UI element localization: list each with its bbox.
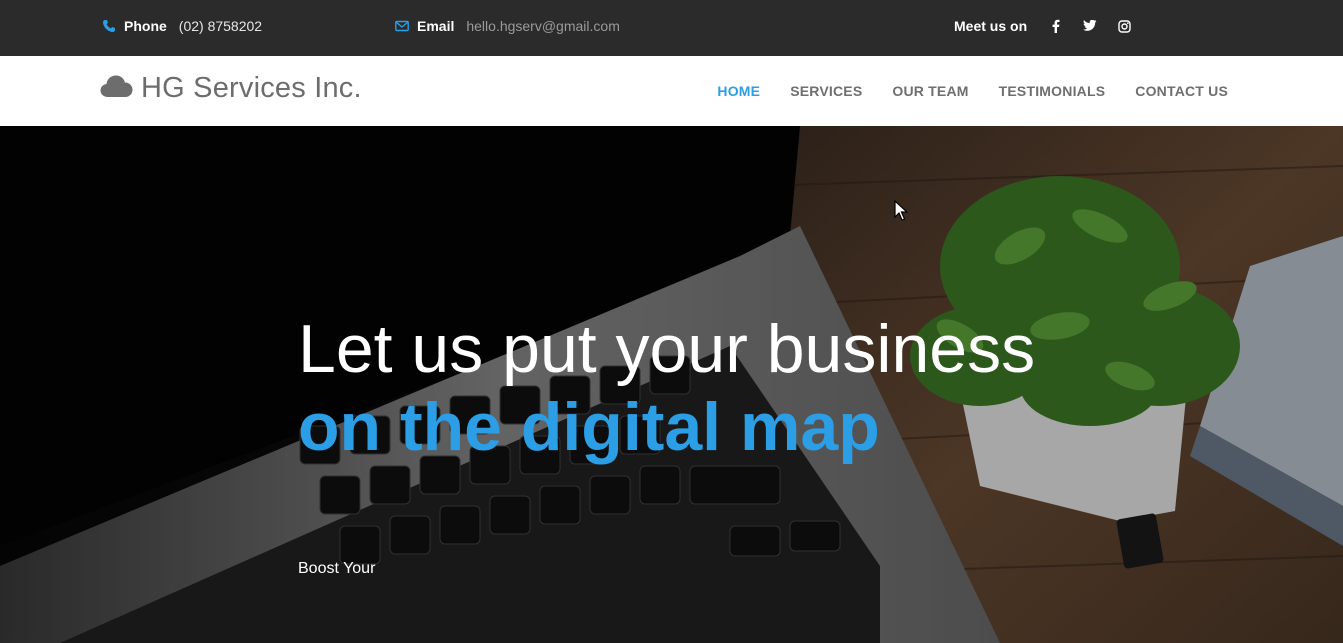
- phone-contact: Phone (02) 8758202: [102, 18, 262, 34]
- twitter-icon[interactable]: [1083, 19, 1097, 33]
- phone-label: Phone: [124, 18, 167, 34]
- hero-headline: Let us put your business on the digital …: [298, 310, 1058, 466]
- nav-testimonials[interactable]: TESTIMONIALS: [999, 83, 1106, 99]
- nav-home[interactable]: HOME: [717, 83, 760, 99]
- main-navbar: HG Services Inc. HOME SERVICES OUR TEAM …: [0, 56, 1343, 126]
- mouse-cursor-icon: [894, 200, 908, 221]
- email-contact: Email hello.hgserv@gmail.com: [395, 18, 620, 34]
- hero-subline: Boost Your: [298, 560, 376, 577]
- hero-banner: Let us put your business on the digital …: [0, 126, 1343, 643]
- phone-value: (02) 8758202: [178, 18, 263, 34]
- brand-name: HG Services Inc.: [141, 72, 362, 104]
- cloud-icon: [100, 74, 133, 103]
- email-value[interactable]: hello.hgserv@gmail.com: [466, 18, 620, 34]
- phone-icon: [102, 19, 116, 33]
- envelope-icon: [395, 19, 409, 33]
- headline-plain: Let us put your business: [298, 311, 1036, 387]
- nav-services[interactable]: SERVICES: [790, 83, 862, 99]
- top-contact-bar: Phone (02) 8758202 Email hello.hgserv@gm…: [0, 0, 1343, 56]
- facebook-icon[interactable]: [1049, 19, 1063, 33]
- site-logo[interactable]: HG Services Inc.: [100, 72, 362, 105]
- nav-contact-us[interactable]: CONTACT US: [1135, 83, 1228, 99]
- instagram-icon[interactable]: [1117, 19, 1131, 33]
- email-label: Email: [417, 18, 455, 34]
- social-links: Meet us on: [954, 18, 1131, 34]
- nav-our-team[interactable]: OUR TEAM: [892, 83, 968, 99]
- primary-nav: HOME SERVICES OUR TEAM TESTIMONIALS CONT…: [717, 83, 1228, 99]
- headline-accent: on the digital map: [298, 389, 880, 465]
- social-label: Meet us on: [954, 18, 1028, 34]
